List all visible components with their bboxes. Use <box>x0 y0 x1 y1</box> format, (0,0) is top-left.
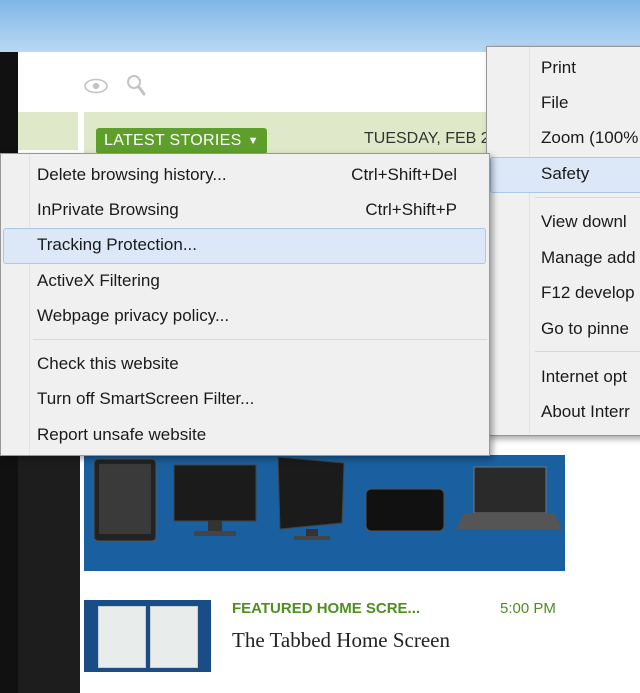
hero-devices-image[interactable] <box>84 455 565 571</box>
menu-item-print[interactable]: Print <box>541 51 576 85</box>
menu-item-report-unsafe[interactable]: Report unsafe website <box>37 418 489 452</box>
menu-item-activex-filtering[interactable]: ActiveX Filtering <box>37 264 489 298</box>
menu-item-file[interactable]: File <box>541 86 568 120</box>
menu-item-delete-history[interactable]: Delete browsing history... Ctrl+Shift+De… <box>37 158 489 192</box>
featured-thumbnail[interactable] <box>84 600 211 672</box>
menu-item-check-website[interactable]: Check this website <box>37 347 489 381</box>
menu-item-pinned-sites[interactable]: Go to pinne <box>541 312 629 346</box>
menu-item-about-ie[interactable]: About Interr <box>541 395 630 429</box>
menu-item-safety[interactable]: Safety <box>541 157 589 191</box>
featured-headline[interactable]: The Tabbed Home Screen <box>232 628 450 653</box>
menu-item-tracking-protection[interactable]: Tracking Protection... <box>37 228 489 262</box>
menu-item-view-downloads[interactable]: View downl <box>541 205 627 239</box>
latest-stories-button[interactable]: LATEST STORIES ▼ <box>96 128 267 154</box>
menu-item-label: InPrivate Browsing <box>37 200 179 219</box>
featured-category[interactable]: FEATURED HOME SCRE... <box>232 600 420 617</box>
menu-item-internet-options[interactable]: Internet opt <box>541 360 627 394</box>
left-dark-panel <box>18 455 80 693</box>
menu-separator <box>535 197 640 198</box>
menu-shortcut: Ctrl+Shift+Del <box>351 165 457 184</box>
eye-icon[interactable] <box>84 78 108 94</box>
app-card-image <box>98 606 146 668</box>
green-bar-left-edge <box>18 112 78 150</box>
menu-separator <box>33 339 487 340</box>
menu-item-label: Turn off SmartScreen Filter... <box>37 389 255 408</box>
tools-menu: Print File Zoom (100% Safety View downl … <box>486 46 640 436</box>
menu-item-privacy-policy[interactable]: Webpage privacy policy... <box>37 299 489 333</box>
menu-item-label: Check this website <box>37 354 179 373</box>
menu-item-manage-addons[interactable]: Manage add <box>541 241 636 275</box>
safety-submenu: Delete browsing history... Ctrl+Shift+De… <box>0 153 490 456</box>
menu-item-inprivate[interactable]: InPrivate Browsing Ctrl+Shift+P <box>37 193 489 227</box>
menu-item-label: Delete browsing history... <box>37 165 227 184</box>
menu-item-label: Webpage privacy policy... <box>37 306 230 325</box>
menu-shortcut: Ctrl+Shift+P <box>365 200 457 219</box>
date-label: TUESDAY, FEB 2 <box>364 130 490 147</box>
devices-illustration <box>93 456 562 542</box>
menu-item-zoom[interactable]: Zoom (100% <box>541 121 638 155</box>
app-card-image <box>150 606 198 668</box>
browser-title-bar <box>0 0 640 52</box>
menu-item-smartscreen[interactable]: Turn off SmartScreen Filter... <box>37 382 489 416</box>
featured-time: 5:00 PM <box>500 600 556 617</box>
menu-separator <box>535 351 640 352</box>
menu-item-label: Tracking Protection... <box>37 235 197 254</box>
menu-gutter <box>487 47 530 435</box>
menu-item-f12-tools[interactable]: F12 develop <box>541 276 635 310</box>
menu-item-label: Report unsafe website <box>37 425 207 444</box>
menu-item-label: ActiveX Filtering <box>37 271 160 290</box>
search-icon[interactable] <box>126 74 146 96</box>
chevron-down-icon: ▼ <box>247 135 259 147</box>
menu-gutter <box>1 154 30 455</box>
latest-stories-label: LATEST STORIES <box>104 132 242 150</box>
